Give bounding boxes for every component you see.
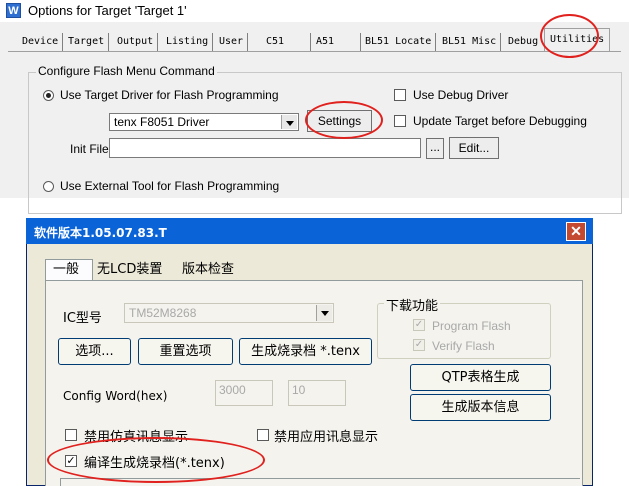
reset-options-button[interactable]: 重置选项	[138, 338, 233, 365]
verify-flash-checkbox: ✓	[413, 339, 425, 351]
tab-general[interactable]: 一般	[53, 261, 79, 279]
disable-sim-msg-checkbox[interactable]	[65, 429, 77, 441]
target-driver-radio[interactable]	[43, 90, 54, 101]
tab-user[interactable]: User	[217, 33, 249, 51]
verify-flash-label: Verify Flash	[432, 339, 495, 353]
init-file-input[interactable]	[109, 138, 421, 158]
tab-bl51-locate[interactable]: BL51 Locate	[363, 33, 437, 51]
disable-app-msg-label: 禁用应用讯息显示	[274, 430, 379, 445]
external-tool-label: Use External Tool for Flash Programming	[60, 179, 280, 193]
tab-no-lcd[interactable]: 无LCD装置	[97, 261, 162, 279]
tab-target[interactable]: Target	[66, 33, 110, 51]
group-label: Configure Flash Menu Command	[36, 64, 217, 78]
update-target-label: Update Target before Debugging	[413, 114, 587, 128]
init-file-label: Init File:	[70, 142, 113, 156]
driver-select-value: tenx F8051 Driver	[114, 115, 210, 129]
config-word-input: 3000	[215, 380, 273, 406]
close-icon[interactable]: ✕	[566, 222, 586, 241]
highlight-circle-compile	[47, 437, 265, 483]
tab-output[interactable]: Output	[115, 33, 159, 51]
ic-model-value: TM52M8268	[129, 306, 197, 320]
program-flash-label: Program Flash	[432, 319, 511, 333]
app-icon: W	[6, 3, 21, 18]
edit-button[interactable]: Edit...	[449, 137, 499, 159]
external-tool-radio[interactable]	[43, 181, 54, 192]
update-target-checkbox[interactable]	[394, 115, 406, 127]
highlight-circle-utilities	[540, 14, 599, 58]
tab-listing[interactable]: Listing	[164, 33, 214, 51]
chevron-down-icon	[281, 115, 297, 129]
tab-debug[interactable]: Debug	[506, 33, 542, 51]
dialog-title: Options for Target 'Target 1'	[28, 3, 187, 18]
tab-bl51-misc[interactable]: BL51 Misc	[440, 33, 502, 51]
chevron-down-icon	[316, 305, 332, 321]
use-debug-driver-label: Use Debug Driver	[413, 88, 509, 102]
download-group-label: 下载功能	[384, 295, 441, 314]
disable-app-msg-checkbox[interactable]	[257, 429, 269, 441]
options-button[interactable]: 选项...	[58, 338, 131, 365]
qtp-table-button[interactable]: QTP表格生成	[410, 364, 551, 391]
config-word-label: Config Word(hex)	[63, 389, 168, 403]
version-dialog-title: 软件版本1.05.07.83.T	[34, 226, 167, 240]
generate-version-info-button[interactable]: 生成版本信息	[410, 394, 551, 421]
generate-burn-file-button[interactable]: 生成烧录档 *.tenx	[239, 338, 372, 365]
tab-divider	[8, 51, 621, 52]
tab-version-check[interactable]: 版本检查	[182, 261, 234, 279]
config-word-input-2: 10	[288, 380, 346, 406]
tab-a51[interactable]: A51	[314, 33, 361, 51]
ic-model-select: TM52M8268	[124, 303, 334, 323]
driver-select[interactable]: tenx F8051 Driver	[109, 113, 299, 131]
highlight-circle-settings	[305, 101, 383, 139]
ic-model-label: IC型号	[63, 311, 102, 326]
tab-device[interactable]: Device	[20, 33, 64, 51]
browse-button[interactable]: ...	[426, 138, 444, 159]
program-flash-checkbox: ✓	[413, 319, 425, 331]
tab-c51[interactable]: C51	[264, 33, 311, 51]
use-debug-driver-checkbox[interactable]	[394, 89, 406, 101]
target-driver-label: Use Target Driver for Flash Programming	[60, 88, 279, 102]
